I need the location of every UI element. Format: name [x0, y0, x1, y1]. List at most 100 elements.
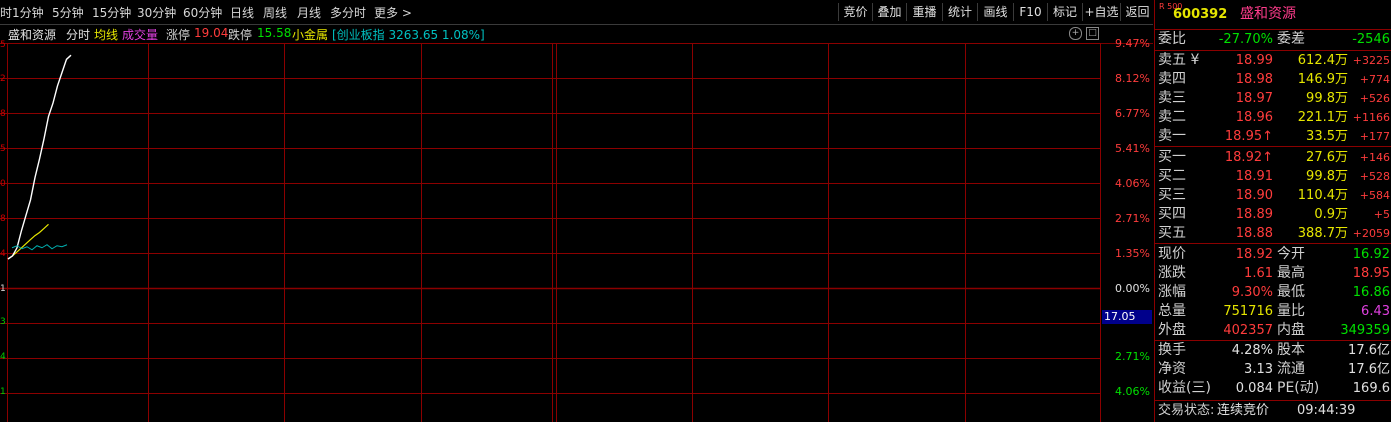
stat-value: 18.92	[1235, 247, 1273, 262]
tab-intraday[interactable]: 分时	[66, 26, 90, 43]
quote-stat-row: 现价 18.92 今开 16.92	[1155, 245, 1391, 264]
series-line-price	[7, 54, 72, 260]
ask-level-row[interactable]: 卖一 18.95↑ 33.5万 +177	[1155, 127, 1391, 146]
bid-level-price: 18.92↑	[1224, 150, 1273, 165]
bid-level-row[interactable]: 买一 18.92↑ 27.6万 +146	[1155, 148, 1391, 167]
sector-name[interactable]: 小金属	[292, 26, 328, 43]
ask-level-change: +1166	[1352, 111, 1390, 124]
order-ratio-label: 委比	[1158, 31, 1186, 47]
fundamental-value: 0.084	[1235, 381, 1273, 396]
period-5min[interactable]: 5分钟	[52, 4, 84, 21]
limit-up-label: 涨停	[166, 28, 191, 42]
period-15min[interactable]: 15分钟	[92, 4, 131, 21]
order-ratio-row: 委比 -27.70% 委差 -2546	[1155, 30, 1391, 49]
ask-level-row[interactable]: 卖五 ¥ 18.99 612.4万 +3225	[1155, 51, 1391, 70]
overlay-button[interactable]: 叠加	[872, 3, 906, 21]
period-toolbar: 时 1分钟 5分钟 15分钟 30分钟 60分钟 日线 周线 月线 多分时 更多…	[0, 0, 1153, 25]
stat-label: 量比	[1277, 303, 1305, 319]
ask-level-row[interactable]: 卖二 18.96 221.1万 +1166	[1155, 108, 1391, 127]
ask-level-price: 18.97	[1235, 91, 1273, 106]
right-axis-label: 8.12%	[1115, 72, 1150, 85]
period-60min[interactable]: 60分钟	[183, 4, 222, 21]
period-more[interactable]: 更多 >	[374, 4, 412, 21]
period-month[interactable]: 月线	[297, 4, 321, 21]
tab-volume[interactable]: 成交量	[122, 26, 158, 43]
stats-button[interactable]: 统计	[942, 3, 977, 21]
ask-level-row[interactable]: 卖四 18.98 146.9万 +774	[1155, 70, 1391, 89]
stat-label: 今开	[1277, 246, 1305, 262]
fundamental-label: 股本	[1277, 342, 1305, 358]
left-axis-label: 2	[0, 74, 6, 84]
period-day[interactable]: 日线	[230, 4, 254, 21]
bid-level-volume: 388.7万	[1297, 226, 1348, 241]
back-button[interactable]: 返回	[1120, 3, 1154, 21]
ask-level-label: 卖四	[1158, 71, 1186, 87]
chart-stock-name: 盛和资源	[8, 28, 57, 42]
fundamental-value: 3.13	[1244, 362, 1273, 377]
bid-level-row[interactable]: 买四 18.89 0.9万 +5	[1155, 205, 1391, 224]
stat-value: 16.86	[1352, 285, 1390, 300]
period-30min[interactable]: 30分钟	[137, 4, 176, 21]
fundamental-value: 17.6亿	[1348, 362, 1390, 377]
bid-level-price: 18.91	[1235, 169, 1273, 184]
period-week[interactable]: 周线	[263, 4, 287, 21]
stat-label: 最高	[1277, 265, 1305, 281]
period-multi-intraday[interactable]: 多分时	[330, 4, 366, 21]
ask-level-label: 卖二	[1158, 109, 1186, 125]
period-1min[interactable]: 1分钟	[12, 4, 44, 21]
limit-up-value: 19.04	[194, 26, 229, 40]
ask-level-row[interactable]: 卖三 18.97 99.8万 +526	[1155, 89, 1391, 108]
current-price-tag: 17.05	[1102, 310, 1152, 324]
stat-value: 18.95	[1352, 266, 1390, 281]
bid-level-label: 买五	[1158, 225, 1186, 241]
limit-down-value: 15.58	[257, 26, 292, 40]
fundamental-stat-row: 净资 3.13 流通 17.6亿	[1155, 360, 1391, 379]
ask-level-change: +177	[1359, 130, 1390, 143]
trading-status-row: 交易状态: 连续竞价 09:44:39	[1155, 401, 1391, 420]
quote-stat-row: 总量 751716 量比 6.43	[1155, 302, 1391, 321]
bid-level-label: 买二	[1158, 168, 1186, 184]
intraday-chart[interactable]: 9.47% 8.12% 6.77% 5.41% 4.06% 2.71% 1.35…	[0, 37, 1153, 422]
index-quote[interactable]: [创业板指 3263.65 1.08%]	[332, 26, 485, 43]
ask-level-volume: 146.9万	[1297, 72, 1348, 87]
trading-status-label: 交易状态:	[1158, 403, 1215, 418]
ask-level-price: 18.99	[1235, 53, 1273, 68]
zoom-in-icon[interactable]: +	[1069, 27, 1082, 40]
add-watchlist-button[interactable]: +自选	[1082, 3, 1120, 21]
quote-panel: R 500 600392 盛和资源 委比 -27.70% 委差 -2546 卖五…	[1154, 0, 1391, 422]
bid-level-row[interactable]: 买五 18.88 388.7万 +2059	[1155, 224, 1391, 243]
intraday-chart-svg	[0, 43, 1101, 422]
bid-level-price: 18.90	[1235, 188, 1273, 203]
right-axis-label: 5.41%	[1115, 142, 1150, 155]
bid-level-volume: 0.9万	[1314, 207, 1348, 222]
ask-level-label: 卖五 ¥	[1158, 52, 1200, 68]
f10-button[interactable]: F10	[1013, 3, 1047, 21]
bid-level-volume: 27.6万	[1306, 150, 1348, 165]
fundamental-label: 收益(三)	[1158, 380, 1211, 396]
fundamental-label: 净资	[1158, 361, 1186, 377]
stat-label: 涨幅	[1158, 284, 1186, 300]
bid-level-change: +584	[1359, 189, 1390, 202]
ask-level-change: +3225	[1352, 54, 1390, 67]
window-toggle-icon[interactable]: □	[1086, 27, 1099, 40]
quote-stat-row: 外盘 402357 内盘 349359	[1155, 321, 1391, 340]
stat-label: 内盘	[1277, 322, 1305, 338]
right-axis-label: 9.47%	[1115, 37, 1150, 50]
draw-line-button[interactable]: 画线	[977, 3, 1013, 21]
right-axis-label: 1.35%	[1115, 247, 1150, 260]
replay-button[interactable]: 重播	[906, 3, 942, 21]
bid-level-price: 18.89	[1235, 207, 1273, 222]
fundamental-value: 169.6	[1352, 381, 1390, 396]
tab-avg-line[interactable]: 均线	[94, 26, 118, 43]
bid-level-change: +2059	[1352, 227, 1390, 240]
bid-level-price: 18.88	[1235, 226, 1273, 241]
bid-level-row[interactable]: 买三 18.90 110.4万 +584	[1155, 186, 1391, 205]
ask-level-price: 18.96	[1235, 110, 1273, 125]
bid-level-change: +5	[1373, 208, 1390, 221]
auction-button[interactable]: 竞价	[838, 3, 872, 21]
ask-level-volume: 612.4万	[1297, 53, 1348, 68]
stat-value: 16.92	[1352, 247, 1390, 262]
mark-button[interactable]: 标记	[1047, 3, 1082, 21]
bid-level-row[interactable]: 买二 18.91 99.8万 +528	[1155, 167, 1391, 186]
toolbar-edge-glyph: 时	[0, 6, 13, 20]
